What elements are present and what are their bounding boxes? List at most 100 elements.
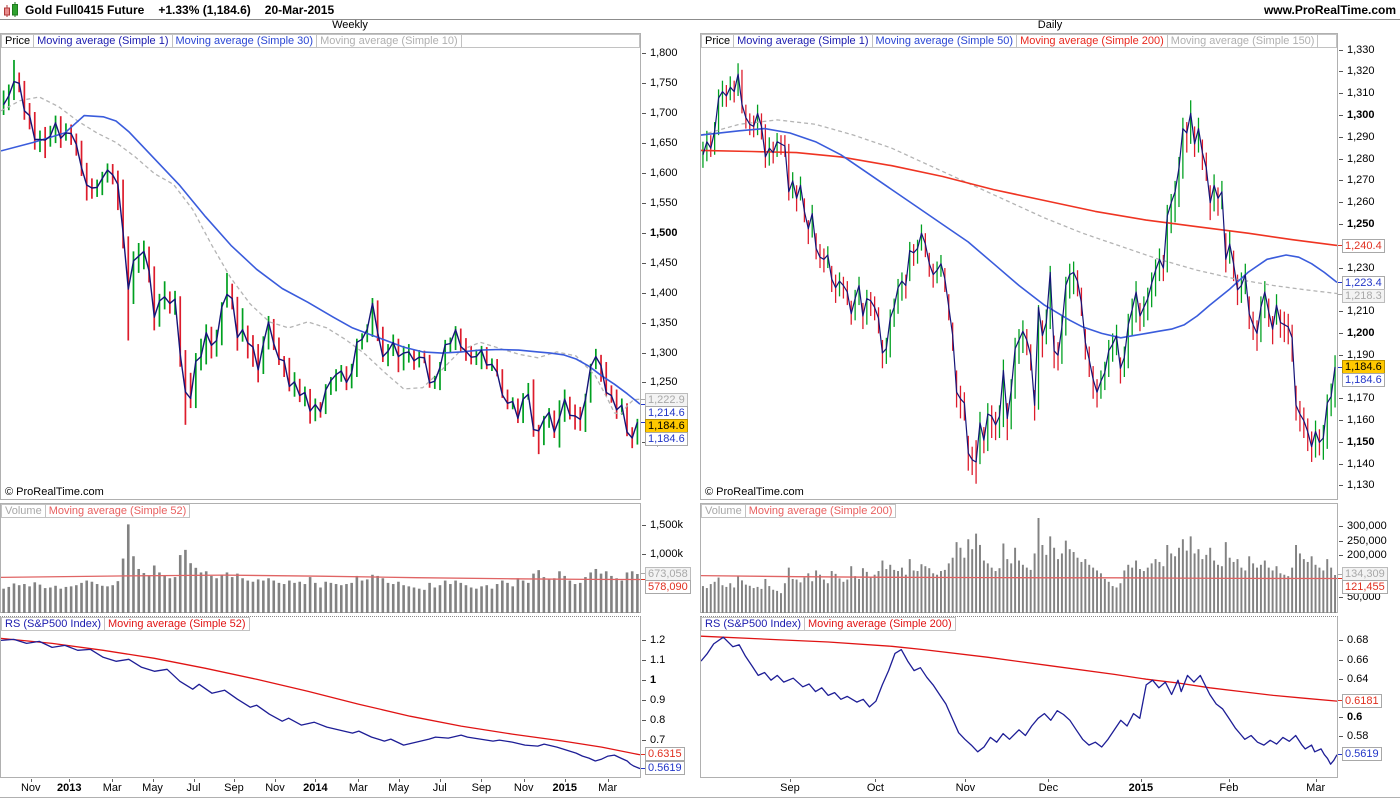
y-value-box-red: 0.6315 [645, 747, 685, 762]
y-tick-label: 1,320 [1338, 65, 1375, 78]
weekly-timeframe-title: Weekly [332, 19, 368, 31]
y-tick-label: 1,700 [641, 107, 678, 120]
price-change: +1.33% (1,184.6) [158, 2, 251, 17]
weekly-price-legend: Price Moving average (Simple 1) Moving ave… [1, 34, 640, 48]
weekly-price-pane[interactable]: Price Moving average (Simple 1) Moving ave… [0, 33, 641, 500]
weekly-volume-plot[interactable] [1, 518, 640, 613]
daily-x-axis: Sep Oct Nov Dec 2015 Feb Mar [700, 779, 1400, 798]
daily-volume-plot[interactable] [701, 518, 1337, 613]
weekly-x-axis: Nov 2013 Mar May Jul Sep Nov 2014 Mar May Jul Sep No… [0, 779, 700, 798]
daily-close-line [702, 73, 1336, 463]
y-tick-label: 0.58 [1338, 730, 1368, 743]
legend-volume[interactable]: Volume [1, 504, 46, 518]
legend-volume[interactable]: Volume [701, 504, 746, 518]
y-value-box-blue: 0.5619 [1342, 747, 1382, 762]
y-tick-label: 200,000 [1338, 549, 1387, 562]
y-tick-label: 0.66 [1338, 654, 1368, 667]
x-tick-label: 2015 [552, 782, 577, 794]
y-tick-label: 0.9 [641, 694, 665, 707]
daily-rs-pane[interactable]: RS (S&P500 Index) Moving average (Simple … [700, 616, 1338, 778]
legend-moving-average-simple-150[interactable]: Moving average (Simple 150) [1166, 34, 1319, 48]
y-tick-label: 1.2 [641, 634, 665, 647]
x-tick-label: Mar [102, 782, 122, 794]
y-tick-label: 1,260 [1338, 196, 1375, 209]
legend-price[interactable]: Price [1, 34, 35, 48]
candlestick-logo-icon [3, 1, 21, 18]
x-tick-label: Sep [471, 782, 492, 794]
weekly-price-plot[interactable] [1, 48, 640, 499]
y-tick-label: 0.6 [1338, 711, 1362, 724]
legend-price[interactable]: Price [701, 34, 735, 48]
y-value-box-blue: 1,214.6 [645, 405, 688, 420]
y-value-box-gray: 673,058 [645, 566, 691, 581]
y-tick-label: 0.8 [641, 714, 665, 727]
legend-moving-average-simple-200[interactable]: Moving average (Simple 200) [1016, 34, 1168, 48]
y-tick-label: 0.64 [1338, 673, 1368, 686]
daily-volume-pane[interactable]: Volume Moving average (Simple 200) [700, 503, 1338, 613]
y-tick-label: 1,170 [1338, 392, 1375, 405]
daily-rs-ma200 [701, 635, 1337, 702]
y-tick-label: 1,330 [1338, 44, 1375, 57]
y-value-box-yellow: 1,184.6 [645, 418, 688, 433]
legend-filler [460, 34, 640, 48]
copyright-text: © ProRealTime.com [705, 486, 804, 498]
y-tick-label: 1,210 [1338, 305, 1375, 318]
legend-rs-s-p500-index[interactable]: RS (S&P500 Index) [701, 617, 805, 631]
x-tick-label: Nov [265, 782, 285, 794]
legend-moving-average-simple-30[interactable]: Moving average (Simple 30) [171, 34, 318, 48]
legend-moving-average-simple-52[interactable]: Moving average (Simple 52) [44, 504, 191, 518]
x-tick-label: Sep [780, 782, 800, 794]
daily-rs-plot[interactable] [701, 631, 1337, 778]
legend-filler [1317, 34, 1337, 48]
y-tick-label: 1,200 [1338, 327, 1375, 340]
legend-moving-average-simple-1[interactable]: Moving average (Simple 1) [733, 34, 873, 48]
y-tick-label: 1,500k [641, 519, 683, 532]
y-tick-label: 1,280 [1338, 153, 1375, 166]
y-tick-label: 1 [641, 674, 656, 687]
weekly-rs-line [1, 638, 640, 770]
y-tick-label: 1,800 [641, 47, 678, 60]
x-tick-label: Oct [866, 782, 884, 794]
y-tick-label: 1,130 [1338, 479, 1375, 492]
y-tick-label: 1,350 [641, 317, 678, 330]
y-tick-label: 1,400 [641, 287, 678, 300]
weekly-rs-y-axis: 1.2 1.1 1 0.9 0.8 0.7 0.6315 0.5619 [641, 630, 700, 777]
daily-rs-line [701, 636, 1337, 765]
y-tick-label: 300,000 [1338, 520, 1387, 533]
y-tick-label: 1,150 [1338, 436, 1375, 449]
x-tick-label: Mar [348, 782, 368, 794]
daily-timeframe-title: Daily [1037, 19, 1063, 31]
legend-rs-s-p500-index[interactable]: RS (S&P500 Index) [1, 617, 105, 631]
y-tick-label: 0.7 [641, 734, 665, 747]
weekly-volume-legend: Volume Moving average (Simple 52) [1, 504, 640, 518]
legend-moving-average-simple-52[interactable]: Moving average (Simple 52) [104, 617, 250, 631]
x-tick-label: 2015 [1128, 782, 1154, 794]
y-value-box-yellow: 1,184.6 [1342, 360, 1385, 375]
x-tick-label: 2013 [56, 782, 82, 794]
legend-moving-average-simple-10[interactable]: Moving average (Simple 10) [316, 34, 462, 48]
legend-moving-average-simple-200[interactable]: Moving average (Simple 200) [804, 617, 956, 631]
legend-moving-average-simple-50[interactable]: Moving average (Simple 50) [871, 34, 1018, 48]
weekly-close-line [2, 80, 639, 439]
y-tick-label: 1,310 [1338, 87, 1375, 100]
legend-moving-average-simple-200[interactable]: Moving average (Simple 200) [744, 504, 897, 518]
prorealtime-website-link[interactable]: www.ProRealTime.com [1264, 3, 1396, 17]
y-value-box-red: 0.6181 [1342, 693, 1382, 708]
daily-price-plot[interactable] [701, 48, 1337, 499]
weekly-rs-plot[interactable] [1, 631, 640, 778]
weekly-volume-pane[interactable]: Volume Moving average (Simple 52) [0, 503, 641, 613]
y-tick-label: 1,650 [641, 137, 678, 150]
y-value-box-blue: 1,223.4 [1342, 275, 1385, 290]
daily-price-pane[interactable]: Price Moving average (Simple 1) Moving ave… [700, 33, 1338, 500]
weekly-rs-legend: RS (S&P500 Index) Moving average (Simple … [1, 617, 640, 631]
legend-moving-average-simple-1[interactable]: Moving average (Simple 1) [33, 34, 173, 48]
y-tick-label: 1,450 [641, 257, 678, 270]
y-tick-label: 1,300 [1338, 109, 1375, 122]
prorealtime-chart-export: Gold Full0415 Future +1.33% (1,184.6) 20… [0, 0, 1400, 800]
x-tick-label: Nov [513, 782, 534, 794]
weekly-rs-ma52 [1, 637, 640, 756]
y-value-box-blue: 0.5619 [645, 761, 685, 776]
y-value-box-red: 121,455 [1342, 580, 1388, 595]
weekly-rs-pane[interactable]: RS (S&P500 Index) Moving average (Simple … [0, 616, 641, 778]
y-value-box-red: 578,090 [645, 579, 691, 594]
